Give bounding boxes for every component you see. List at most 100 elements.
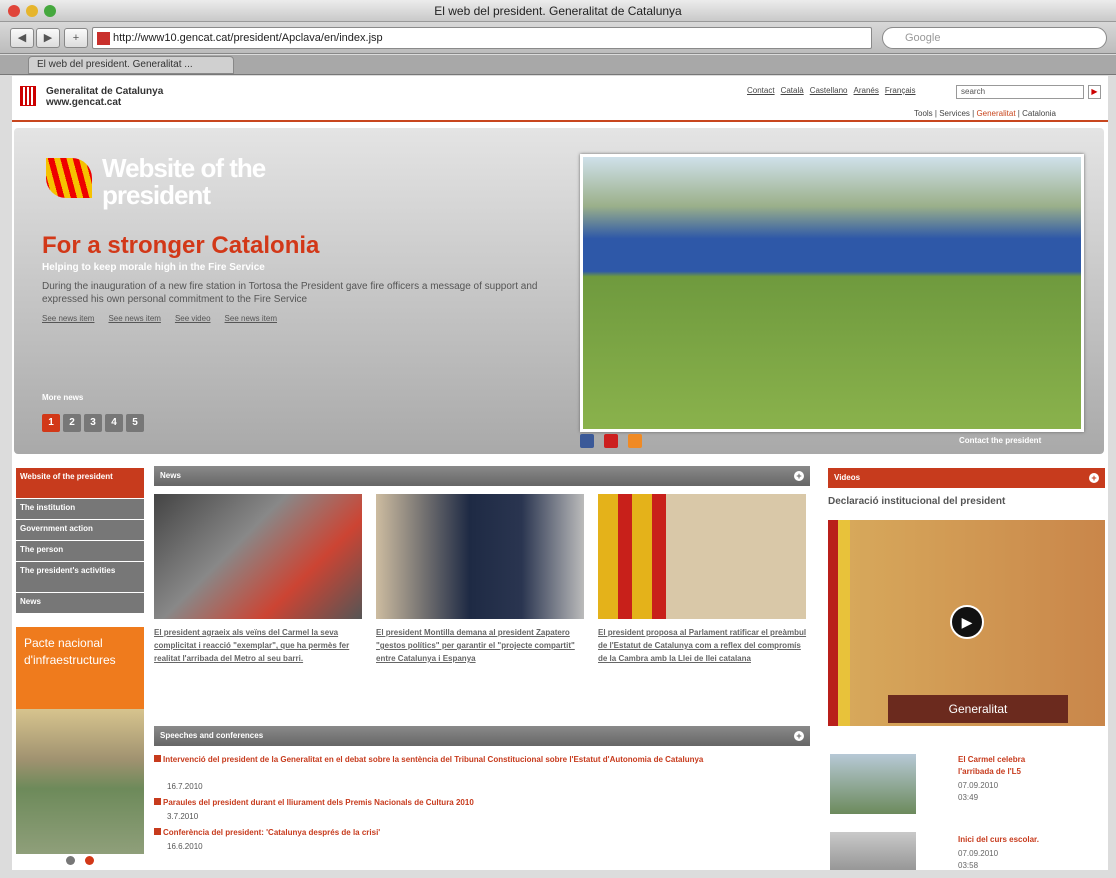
forward-button[interactable]: ▶: [36, 28, 60, 48]
nav-activities[interactable]: The president's activities: [16, 562, 144, 592]
see-video-link[interactable]: See video: [175, 314, 211, 323]
link-catala[interactable]: Català: [781, 86, 804, 95]
nav-person[interactable]: The person: [16, 541, 144, 561]
link-generalitat[interactable]: Generalitat: [976, 109, 1015, 118]
speeches-label: Speeches and conferences: [160, 731, 264, 740]
link-tools[interactable]: Tools: [914, 109, 933, 118]
videos-section: Videos + Declaració institucional del pre…: [828, 468, 1105, 870]
speeches-plus-icon[interactable]: +: [794, 731, 804, 741]
link-castellano[interactable]: Castellano: [810, 86, 848, 95]
back-button[interactable]: ◀: [10, 28, 34, 48]
web-page: Generalitat de Catalunya www.gencat.cat C…: [12, 76, 1108, 870]
hero-photo[interactable]: [580, 154, 1084, 432]
video-thumb-1[interactable]: [830, 754, 916, 814]
google-search-field[interactable]: Google: [882, 27, 1107, 49]
hero-banner: Website of the president For a stronger C…: [14, 128, 1104, 454]
more-news-label[interactable]: More news: [42, 393, 83, 402]
pacte-banner[interactable]: Pacte nacional d'infraestructures: [16, 627, 144, 709]
hero-description: During the inauguration of a new fire st…: [42, 281, 538, 305]
add-bookmark-button[interactable]: +: [64, 28, 88, 48]
news-label: News: [160, 471, 181, 480]
browser-tab[interactable]: El web del president. Generalitat ...: [28, 56, 234, 74]
url-text: http://www10.gencat.cat/president/Apclav…: [113, 32, 383, 44]
speech-1-date: 16.7.2010: [167, 782, 203, 791]
bullet-icon: [154, 828, 161, 835]
nav-government-action[interactable]: Government action: [16, 520, 144, 540]
pager-2[interactable]: 2: [63, 414, 81, 432]
speech-2[interactable]: Paraules del president durant el lliuram…: [154, 798, 474, 807]
tab-bar: El web del president. Generalitat ...: [0, 55, 1116, 75]
pager-3[interactable]: 3: [84, 414, 102, 432]
window-title: El web del president. Generalitat de Cat…: [434, 4, 682, 18]
video-1-title[interactable]: El Carmel celebra l'arribada de l'L5: [958, 754, 1025, 778]
news-image-1[interactable]: [154, 494, 362, 619]
link-aranes[interactable]: Aranés: [854, 86, 879, 95]
speech-2-date: 3.7.2010: [167, 812, 199, 821]
speech-3-date: 16.6.2010: [167, 842, 203, 851]
hero-headline[interactable]: For a stronger Catalonia: [42, 232, 319, 260]
see-news-link[interactable]: See news item: [225, 314, 277, 323]
contact-president-link[interactable]: Contact the president: [959, 436, 1041, 445]
pacte-image[interactable]: [16, 709, 144, 854]
left-pager-dot-2[interactable]: [85, 856, 94, 865]
video-1-date: 07.09.2010: [958, 781, 999, 790]
see-news-link[interactable]: See news item: [108, 314, 160, 323]
video-2-title[interactable]: Inici del curs escolar.: [958, 834, 1039, 846]
google-placeholder: Google: [905, 32, 941, 44]
site-search-input[interactable]: search: [956, 85, 1084, 99]
speech-1[interactable]: Intervenció del president de la Generali…: [154, 754, 794, 766]
nav-institution[interactable]: The institution: [16, 499, 144, 519]
generalitat-lectern-text: Generalitat: [888, 695, 1068, 723]
pager-5[interactable]: 5: [126, 414, 144, 432]
hero-site-title: Website of the president: [102, 153, 266, 210]
see-news-link[interactable]: See news item: [42, 314, 94, 323]
hero-title-line1: Website of the: [102, 153, 266, 183]
video-title[interactable]: Declaració institucional del president: [828, 496, 1105, 507]
president-logo-icon: [46, 158, 92, 198]
news-title-2[interactable]: El president Montilla demana al presiden…: [376, 626, 588, 665]
left-navigation: Website of the president The institution…: [16, 468, 144, 614]
news-title-3[interactable]: El president proposa al Parlament ratifi…: [598, 626, 810, 665]
nav-website-president[interactable]: Website of the president: [16, 468, 144, 498]
video-2-date: 07.09.2010: [958, 849, 999, 858]
news-section: News + El president agraeix als veïns del…: [154, 466, 810, 663]
bullet-icon: [154, 755, 161, 762]
rss-icon[interactable]: [628, 434, 642, 448]
speech-2-title: Paraules del president durant el lliuram…: [163, 798, 474, 807]
site-header: Generalitat de Catalunya www.gencat.cat C…: [12, 76, 1108, 122]
window-titlebar: El web del president. Generalitat de Cat…: [0, 0, 1116, 22]
video-thumb-2[interactable]: [830, 832, 916, 870]
hero-subtitle: Helping to keep morale high in the Fire …: [42, 262, 265, 273]
sublinks: Tools | Services | Generalitat | Catalon…: [914, 109, 1056, 118]
link-services[interactable]: Services: [939, 109, 970, 118]
hero-title-line2: president: [102, 180, 211, 210]
left-pager-dot-1[interactable]: [66, 856, 75, 865]
facebook-icon[interactable]: [580, 434, 594, 448]
link-contact[interactable]: Contact: [747, 86, 775, 95]
hero-links: See news item See news item See video See n…: [42, 314, 291, 323]
news-plus-icon[interactable]: +: [794, 471, 804, 481]
link-catalonia[interactable]: Catalonia: [1022, 109, 1056, 118]
generalitat-logo[interactable]: [20, 86, 36, 106]
url-field[interactable]: http://www10.gencat.cat/president/Apclav…: [92, 27, 872, 49]
link-francais[interactable]: Français: [885, 86, 916, 95]
play-icon[interactable]: ▶: [950, 605, 984, 639]
youtube-icon[interactable]: [604, 434, 618, 448]
browser-toolbar: ◀ ▶ + http://www10.gencat.cat/president/…: [0, 22, 1116, 54]
news-image-2[interactable]: [376, 494, 584, 619]
speeches-section: Speeches and conferences +: [154, 726, 810, 746]
news-title-1[interactable]: El president agraeix als veïns del Carme…: [154, 626, 366, 665]
search-go-button[interactable]: ▶: [1088, 85, 1101, 99]
speech-3[interactable]: Conferència del president: 'Catalunya de…: [154, 828, 380, 837]
speeches-header: Speeches and conferences +: [154, 726, 810, 746]
news-image-3[interactable]: [598, 494, 806, 619]
video-2-duration: 03:58: [958, 861, 979, 870]
videos-header: Videos +: [828, 468, 1105, 488]
video-player[interactable]: ▶ Generalitat: [828, 520, 1105, 726]
nav-news[interactable]: News: [16, 593, 144, 613]
videos-plus-icon[interactable]: +: [1089, 473, 1099, 483]
pager-4[interactable]: 4: [105, 414, 123, 432]
pager-1[interactable]: 1: [42, 414, 60, 432]
brand-name: Generalitat de Catalunya: [46, 86, 164, 97]
speech-3-title: Conferència del president: 'Catalunya de…: [163, 828, 381, 837]
